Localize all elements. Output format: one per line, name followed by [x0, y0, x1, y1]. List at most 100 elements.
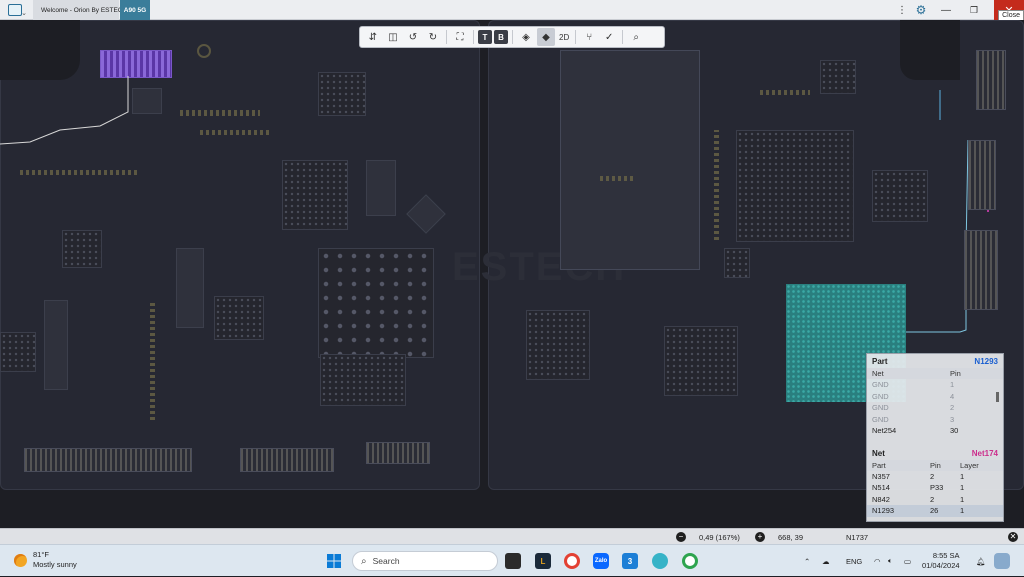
layers-icon[interactable]: ◈	[517, 28, 535, 46]
settings-icon[interactable]: ⚙	[913, 0, 929, 20]
tab-welcome[interactable]: Welcome - Orion By ESTECH	[33, 0, 127, 20]
app-menu-button[interactable]: ⌄	[0, 0, 30, 20]
start-button[interactable]	[326, 553, 342, 569]
pin-cell: 1	[950, 380, 955, 390]
part-id[interactable]: N1293	[974, 357, 998, 366]
minimize-button[interactable]: —	[936, 0, 956, 20]
wifi-icon[interactable]: ◠	[874, 545, 881, 577]
shield-frame	[560, 50, 700, 270]
layer-cell: 1	[960, 506, 965, 516]
mount-hole	[197, 44, 211, 58]
chip[interactable]	[44, 300, 68, 390]
chip[interactable]	[176, 248, 204, 328]
part-cell: N1293	[872, 506, 895, 516]
selected-part: N1737	[846, 532, 869, 542]
component-view-icon[interactable]: ◆	[537, 28, 555, 46]
flip-vertical-icon[interactable]: ◫	[384, 28, 402, 46]
bga-chip[interactable]	[820, 60, 856, 94]
net-id[interactable]: Net174	[972, 449, 998, 458]
app-3-icon[interactable]: 3	[622, 553, 638, 569]
flip-horizontal-icon[interactable]: ⇵	[364, 28, 382, 46]
tray-chevron-icon[interactable]: ⌃	[804, 545, 810, 577]
chrome-icon[interactable]	[564, 553, 580, 569]
toolbar-divider	[473, 30, 474, 44]
tab-welcome-label: Welcome - Orion By ESTECH	[41, 6, 128, 14]
toolbar-divider	[446, 30, 447, 44]
chip[interactable]	[132, 88, 162, 114]
maximize-button[interactable]: ❐	[964, 0, 984, 20]
status-bar: − 0,49 (167%) + 668, 39 N1737 ✕	[0, 528, 1024, 544]
bga-chip[interactable]	[282, 160, 348, 230]
bga-chip[interactable]	[62, 230, 102, 268]
table-row[interactable]: N514 P33 1	[867, 482, 1003, 494]
bga-chip[interactable]	[214, 296, 264, 340]
pin-cell: P33	[930, 483, 944, 493]
minimize-icon: —	[941, 4, 951, 16]
bga-chip[interactable]	[664, 326, 738, 396]
bga-chip[interactable]	[0, 332, 36, 372]
connector[interactable]	[240, 448, 334, 472]
weather-text: 81°F Mostly sunny	[33, 550, 77, 570]
taskbar-search[interactable]: ⌕ Search	[352, 551, 498, 571]
reset-button[interactable]: ✕	[1008, 529, 1018, 545]
volume-icon[interactable]: 🔈︎	[888, 545, 893, 577]
connector[interactable]	[968, 140, 996, 210]
language-indicator[interactable]: ENG	[846, 545, 862, 577]
bga-chip[interactable]	[724, 248, 750, 278]
bottom-layer-button[interactable]: B	[494, 30, 508, 44]
net-cell: GND	[872, 414, 889, 424]
clock[interactable]: 8:55 SA 01/04/2024	[922, 551, 960, 571]
zalo-icon[interactable]: Zalo	[593, 553, 609, 569]
cloud-icon[interactable]: ☁	[822, 545, 830, 577]
bga-chip[interactable]	[526, 310, 590, 380]
measure-icon[interactable]: ✓	[600, 28, 618, 46]
table-row[interactable]: GND 1	[867, 379, 1003, 391]
table-row[interactable]: N842 2 1	[867, 494, 1003, 506]
connector[interactable]	[976, 50, 1006, 110]
table-row[interactable]: N357 2 1	[867, 471, 1003, 483]
more-icon[interactable]: ⋮	[896, 0, 908, 20]
net-cell: GND	[872, 403, 889, 413]
task-view-icon[interactable]	[505, 553, 521, 569]
bga-chip[interactable]	[318, 248, 434, 358]
league-app-icon[interactable]: L	[535, 553, 551, 569]
bga-chip[interactable]	[320, 354, 406, 406]
rotate-left-icon[interactable]: ↺	[404, 28, 422, 46]
rotate-right-icon[interactable]: ↻	[424, 28, 442, 46]
chrome-profile-icon[interactable]	[682, 553, 698, 569]
chip[interactable]	[366, 160, 396, 216]
net-trace-icon[interactable]: ⑂	[580, 28, 598, 46]
net-trace	[0, 76, 129, 145]
connector[interactable]	[366, 442, 430, 464]
part-title: Part	[872, 357, 888, 366]
connector[interactable]	[964, 230, 998, 310]
part-cell: N842	[872, 494, 890, 504]
notification-icon[interactable]: 🔔︎	[976, 545, 986, 577]
bga-chip[interactable]	[872, 170, 928, 222]
net-column-headers: Part Pin Layer	[867, 459, 1003, 471]
view-mode-button[interactable]: 2D	[557, 33, 571, 42]
scrollbar[interactable]	[996, 392, 999, 402]
bga-chip[interactable]	[736, 130, 854, 242]
fit-screen-icon[interactable]: ⛶	[451, 28, 469, 46]
table-row[interactable]: GND 4	[867, 391, 1003, 403]
table-row[interactable]: GND 2	[867, 402, 1003, 414]
battery-icon[interactable]: ▭	[904, 545, 911, 577]
bga-chip[interactable]	[318, 72, 366, 116]
sun-icon	[14, 553, 27, 567]
column-header: Pin	[950, 369, 961, 378]
orion-app-icon[interactable]	[652, 553, 668, 569]
table-row[interactable]: GND 3	[867, 414, 1003, 426]
copilot-icon[interactable]	[994, 553, 1010, 569]
connector[interactable]	[24, 448, 192, 472]
zoom-out-button[interactable]: −	[676, 529, 686, 545]
title-bar: ⌄ Welcome - Orion By ESTECH A90 5G ⋮ ⚙ —…	[0, 0, 1024, 21]
table-row[interactable]: N1293 26 1	[867, 505, 1003, 517]
part-cell: N357	[872, 471, 890, 481]
tab-a90-5g[interactable]: A90 5G	[120, 0, 150, 20]
table-row[interactable]: Net254 30	[867, 425, 1003, 437]
search-icon[interactable]: ⌕	[627, 28, 645, 46]
weather-widget[interactable]: 81°F Mostly sunny	[14, 550, 77, 570]
top-layer-button[interactable]: T	[478, 30, 492, 44]
zoom-in-button[interactable]: +	[755, 529, 765, 545]
